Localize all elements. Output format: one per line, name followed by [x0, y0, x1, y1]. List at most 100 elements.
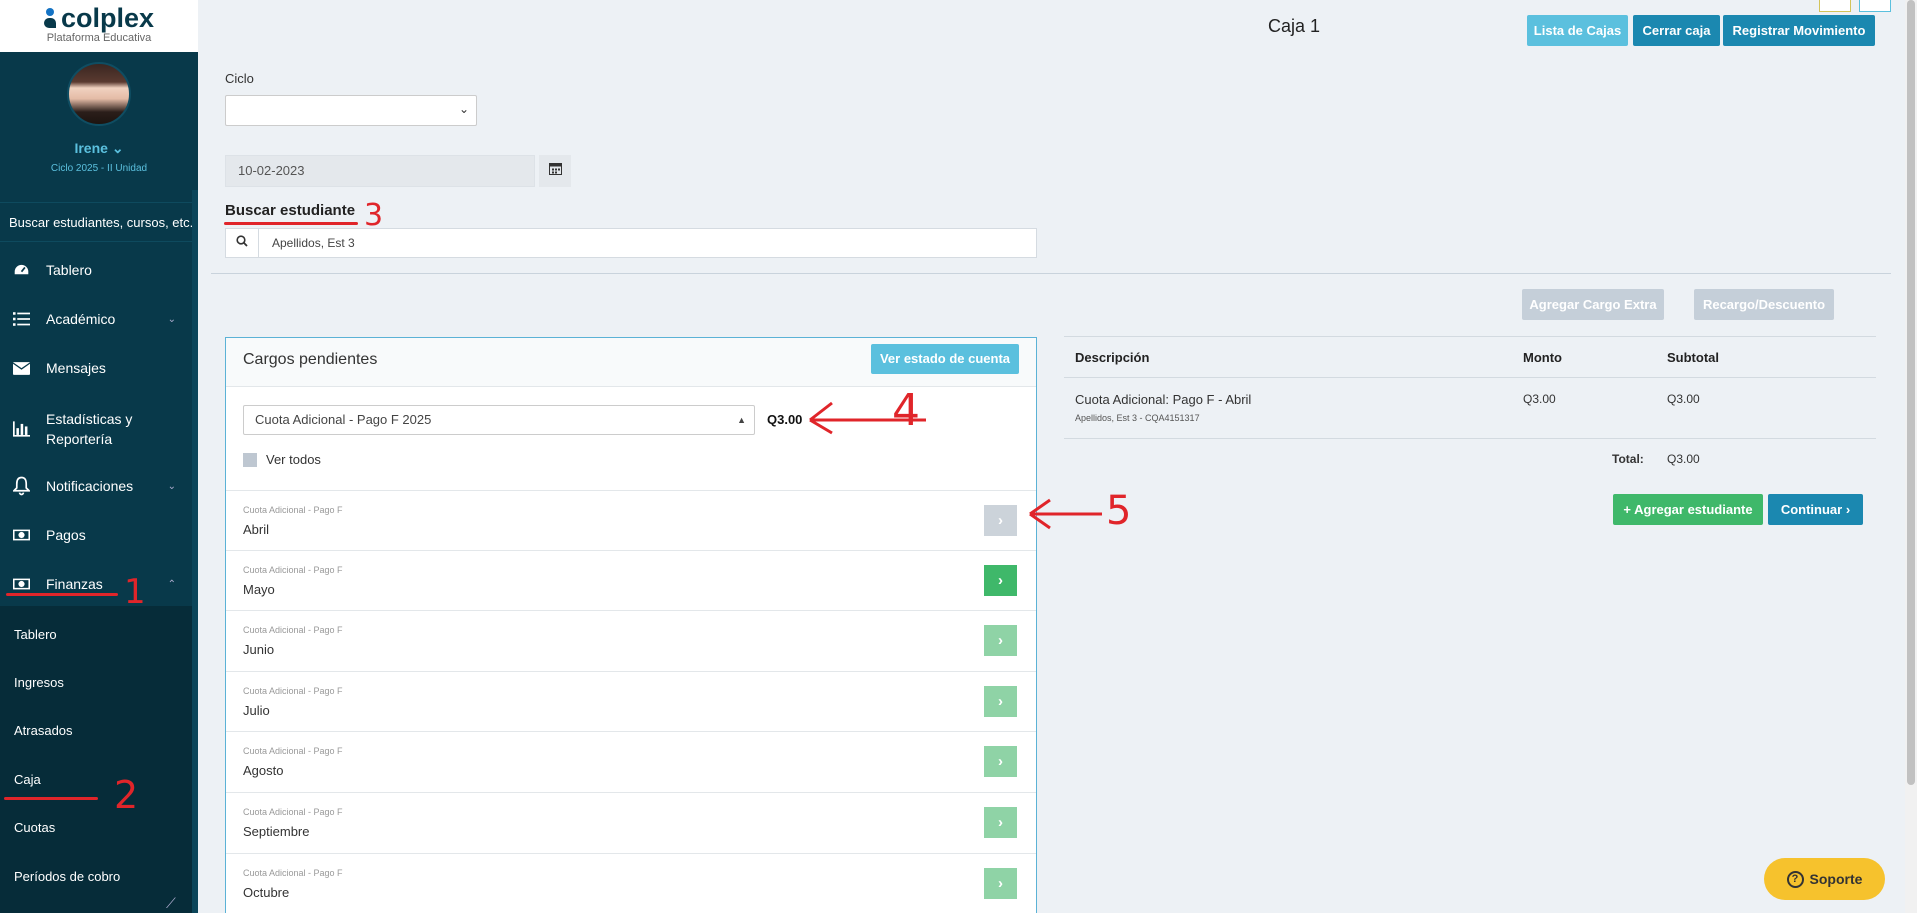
sidebar-item-notificaciones[interactable]: Notificaciones ⌄: [0, 466, 190, 506]
sidebar-item-label: Notificaciones: [46, 478, 134, 494]
cerrar-caja-button[interactable]: Cerrar caja: [1633, 15, 1720, 46]
logo[interactable]: colplex Plataforma Educativa: [0, 0, 198, 52]
dashboard-icon: [0, 262, 30, 278]
avatar[interactable]: [67, 62, 131, 126]
add-fee-button[interactable]: ›: [984, 565, 1017, 596]
chevron-right-icon: ›: [998, 512, 1003, 529]
top-action-icon[interactable]: [1819, 0, 1851, 12]
add-fee-button[interactable]: ›: [984, 807, 1017, 838]
sidebar-item-finanzas[interactable]: Finanzas ⌃: [0, 564, 190, 604]
fee-row-category: Cuota Adicional - Pago F: [243, 807, 343, 817]
col-monto: Monto: [1523, 350, 1562, 365]
fee-row: Cuota Adicional - Pago F Abril ›: [226, 490, 1036, 551]
chevron-right-icon: ›: [998, 572, 1003, 589]
sidebar-search[interactable]: Buscar estudiantes, cursos, etc...: [0, 202, 198, 242]
chevron-down-icon: ⌄: [111, 140, 124, 156]
annotation-arrow: [1029, 498, 1102, 530]
sidebar-item-label: Académico: [46, 311, 116, 327]
fee-row-category: Cuota Adicional - Pago F: [243, 686, 343, 696]
page-title: Caja 1: [1268, 16, 1321, 36]
envelope-icon: [0, 361, 30, 376]
money-icon: [0, 577, 30, 591]
ciclo-label: Ciclo: [225, 71, 254, 86]
ver-todos-checkbox[interactable]: [243, 453, 257, 467]
ciclo-select[interactable]: ⌄: [225, 95, 477, 126]
sidebar-item-academico[interactable]: Académico ⌄: [0, 299, 190, 339]
lista-cajas-button[interactable]: Lista de Cajas: [1527, 15, 1628, 46]
fee-row: Cuota Adicional - Pago F Septiembre ›: [226, 792, 1036, 853]
add-fee-button[interactable]: ›: [984, 686, 1017, 717]
fee-row: Cuota Adicional - Pago F Julio ›: [226, 671, 1036, 732]
total-label: Total:: [1612, 452, 1644, 466]
sidebar-item-estadisticas[interactable]: Estadísticas y Reportería: [0, 407, 190, 451]
fee-row-month: Julio: [243, 703, 270, 718]
item-subtotal: Q3.00: [1667, 392, 1700, 406]
panel-header: Cargos pendientes Ver estado de cuenta: [226, 338, 1036, 387]
chevron-right-icon: ›: [998, 875, 1003, 892]
date-input[interactable]: 10-02-2023: [225, 155, 535, 187]
fee-row-category: Cuota Adicional - Pago F: [243, 746, 343, 756]
registrar-movimiento-button[interactable]: Registrar Movimiento: [1723, 15, 1875, 46]
student-search-input[interactable]: Apellidos, Est 3: [225, 228, 1037, 258]
item-student: Apellidos, Est 3 - CQA4151317: [1075, 413, 1200, 423]
submenu-item-atrasados[interactable]: Atrasados: [0, 706, 198, 754]
add-fee-button[interactable]: ›: [984, 868, 1017, 899]
fee-row: Cuota Adicional - Pago F Junio ›: [226, 610, 1036, 671]
chevron-up-icon: ⌃: [167, 578, 176, 590]
col-subtotal: Subtotal: [1667, 350, 1719, 365]
list-icon: [0, 310, 30, 328]
add-fee-button[interactable]: ›: [984, 625, 1017, 656]
page-scrollbar[interactable]: [1905, 0, 1917, 913]
submenu-item-tablero[interactable]: Tablero: [0, 610, 198, 658]
submenu-item-periodos[interactable]: Períodos de cobro: [0, 852, 198, 900]
annotation-number: 3: [364, 198, 384, 233]
continuar-button[interactable]: Continuar ›: [1768, 494, 1863, 525]
fee-amount: Q3.00: [767, 412, 803, 427]
sidebar-item-tablero[interactable]: Tablero: [0, 250, 190, 290]
sidebar-item-pagos[interactable]: Pagos: [0, 515, 190, 555]
col-descripcion: Descripción: [1075, 350, 1150, 365]
fee-row: Cuota Adicional - Pago F Octubre ›: [226, 853, 1036, 913]
scrollbar-thumb[interactable]: [1907, 0, 1915, 785]
add-fee-button[interactable]: ›: [984, 505, 1017, 536]
agregar-estudiante-button[interactable]: + Agregar estudiante: [1613, 494, 1763, 525]
sidebar-item-label: Finanzas: [46, 576, 103, 592]
fee-row-category: Cuota Adicional - Pago F: [243, 565, 343, 575]
recargo-descuento-button[interactable]: Recargo/Descuento: [1694, 289, 1834, 320]
sort-arrows-icon: ▲: [737, 415, 746, 425]
submenu-item-ingresos[interactable]: Ingresos: [0, 658, 198, 706]
add-fee-button[interactable]: ›: [984, 746, 1017, 777]
fee-select[interactable]: Cuota Adicional - Pago F 2025 ▲: [243, 405, 755, 435]
soporte-button[interactable]: ? Soporte: [1764, 858, 1885, 900]
ver-estado-cuenta-button[interactable]: Ver estado de cuenta: [871, 344, 1019, 374]
sidebar: colplex Plataforma Educativa Irene ⌄ Cic…: [0, 0, 198, 913]
chevron-down-icon: ⌄: [458, 102, 469, 116]
collapse-icon[interactable]: ⟋: [166, 895, 176, 912]
fee-row-month: Agosto: [243, 763, 284, 778]
calendar-icon[interactable]: [539, 155, 571, 187]
divider: [211, 273, 1891, 274]
chevron-right-icon: ›: [998, 632, 1003, 649]
submenu-item-caja[interactable]: Caja: [0, 755, 198, 803]
chevron-down-icon: ⌄: [167, 480, 176, 492]
top-action-icon[interactable]: [1859, 0, 1891, 12]
sidebar-item-mensajes[interactable]: Mensajes: [0, 348, 190, 388]
table-border: [1064, 438, 1876, 439]
fee-row-category: Cuota Adicional - Pago F: [243, 625, 343, 635]
panel-title: Cargos pendientes: [243, 351, 378, 368]
fee-row-month: Abril: [243, 522, 270, 537]
submenu-item-cuotas[interactable]: Cuotas: [0, 803, 198, 851]
brand-subtitle: Plataforma Educativa: [46, 32, 152, 44]
ver-todos-label: Ver todos: [266, 452, 321, 467]
bar-chart-icon: [0, 420, 30, 438]
annotation-underline: [6, 593, 118, 596]
fee-row: Cuota Adicional - Pago F Mayo ›: [226, 550, 1036, 611]
colplex-logo-icon: [43, 8, 56, 28]
sidebar-item-label: Estadísticas y Reportería: [46, 411, 133, 447]
fee-row-month: Septiembre: [243, 824, 310, 839]
agregar-cargo-extra-button[interactable]: Agregar Cargo Extra: [1522, 289, 1664, 320]
search-icon: [226, 229, 259, 257]
user-menu[interactable]: Irene ⌄: [0, 140, 198, 157]
money-icon: [0, 528, 30, 542]
sidebar-item-label: Pagos: [46, 527, 86, 543]
